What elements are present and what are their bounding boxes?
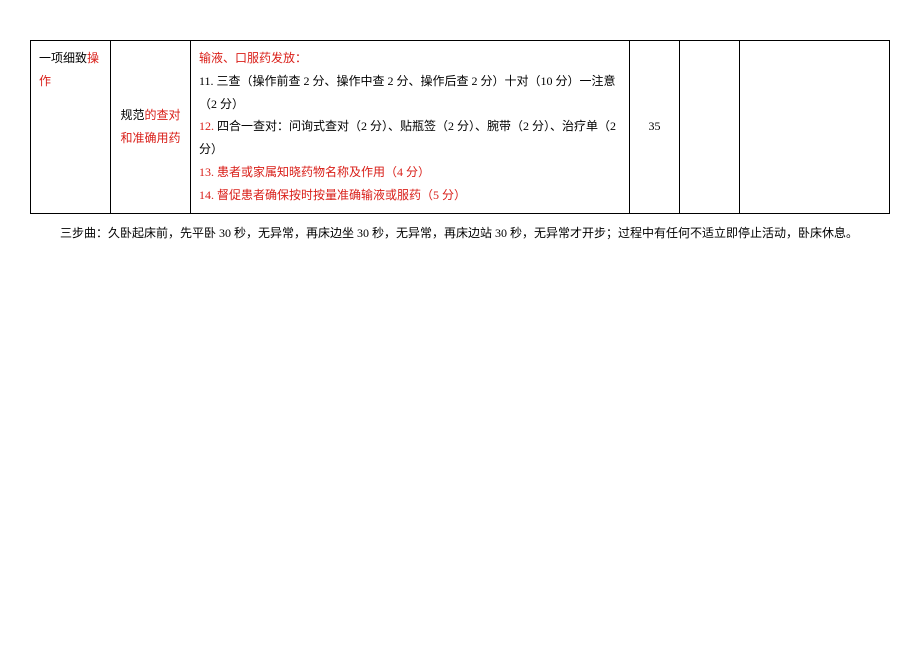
scoring-table: 一项细致操作 规范的查对和准确用药 输液、口服药发放： 11. 三查（操作前查 … xyxy=(30,40,890,214)
cell-subcategory: 规范的查对和准确用药 xyxy=(111,41,191,214)
criteria-line-11: 11. 三查（操作前查 2 分、操作中查 2 分、操作后查 2 分）十对（10 … xyxy=(199,70,621,116)
footnote-text: 三步曲：久卧起床前，先平卧 30 秒，无异常，再床边坐 30 秒，无异常，再床边… xyxy=(30,224,890,243)
cell-empty-b xyxy=(740,41,890,214)
cell-empty-a xyxy=(680,41,740,214)
category-prefix: 一项细致 xyxy=(39,51,87,65)
criteria-line-13: 13. 患者或家属知晓药物名称及作用（4 分） xyxy=(199,161,621,184)
criteria-line-12: 12. 四合一查对：问询式查对（2 分）、贴瓶签（2 分）、腕带（2 分）、治疗… xyxy=(199,115,621,161)
cell-category: 一项细致操作 xyxy=(31,41,111,214)
criteria-12-text: 四合一查对：问询式查对（2 分）、贴瓶签（2 分）、腕带（2 分）、治疗单（2 … xyxy=(199,119,616,156)
criteria-12-num: 12. xyxy=(199,119,214,133)
cell-criteria: 输液、口服药发放： 11. 三查（操作前查 2 分、操作中查 2 分、操作后查 … xyxy=(191,41,630,214)
table-row: 一项细致操作 规范的查对和准确用药 输液、口服药发放： 11. 三查（操作前查 … xyxy=(31,41,890,214)
criteria-red-heading: 输液、口服药发放： xyxy=(199,47,621,70)
cell-score: 35 xyxy=(630,41,680,214)
criteria-line-14: 14. 督促患者确保按时按量准确输液或服药（5 分） xyxy=(199,184,621,207)
subcat-prefix: 规范 xyxy=(120,108,144,122)
